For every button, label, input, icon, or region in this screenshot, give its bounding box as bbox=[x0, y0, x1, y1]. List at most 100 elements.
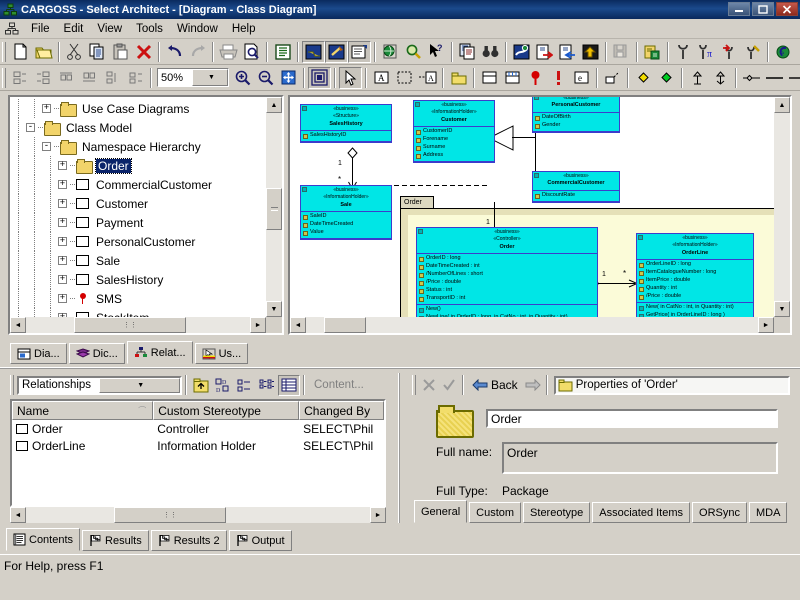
close-button[interactable] bbox=[776, 2, 798, 16]
properties-path-box[interactable]: Properties of 'Order' bbox=[553, 375, 790, 395]
horizontal-splitter[interactable] bbox=[0, 367, 800, 371]
uml-class-commercialcustomer[interactable]: «business» CommercialCustomer DiscountRa… bbox=[532, 171, 620, 204]
selection-rect-icon[interactable] bbox=[393, 67, 416, 89]
generate-code-icon[interactable] bbox=[641, 41, 664, 63]
pin-red-icon[interactable] bbox=[524, 67, 547, 89]
tree-item-commercialcustomer[interactable]: + CommercialCustomer bbox=[10, 175, 266, 194]
class-table-icon[interactable] bbox=[501, 67, 524, 89]
tree-expander-minus-icon[interactable]: - bbox=[26, 123, 35, 132]
column-header-name[interactable]: Name ⌒ bbox=[12, 401, 154, 420]
entity-e-icon[interactable]: e bbox=[570, 67, 593, 89]
tree-horizontal-scrollbar[interactable]: ◄ ⋮⋮ ► bbox=[10, 317, 266, 333]
align-bottom-icon[interactable] bbox=[78, 67, 101, 89]
generalize-up-icon[interactable] bbox=[686, 67, 709, 89]
tree-expander-plus-icon[interactable]: + bbox=[58, 294, 67, 303]
tree-item-customer[interactable]: + Customer bbox=[10, 194, 266, 213]
dictionary-window-icon[interactable] bbox=[325, 40, 348, 63]
scroll-left-button[interactable]: ◄ bbox=[10, 317, 26, 333]
class-diagram-canvas[interactable]: Order 1 * 1 1 * «business» «Structure» S… bbox=[290, 97, 774, 317]
paste-icon[interactable] bbox=[109, 41, 132, 63]
import-icon[interactable] bbox=[533, 41, 556, 63]
tree-expander-plus-icon[interactable]: + bbox=[58, 180, 67, 189]
tab-output[interactable]: Output bbox=[228, 530, 292, 551]
chevron-down-icon[interactable]: ▼ bbox=[98, 377, 180, 393]
scroll-right-button[interactable]: ► bbox=[370, 507, 386, 523]
print-preview-icon[interactable] bbox=[240, 41, 263, 63]
binoculars-icon[interactable] bbox=[479, 41, 502, 63]
open-folder-icon[interactable] bbox=[32, 41, 55, 63]
scroll-track[interactable] bbox=[774, 113, 790, 301]
diagram-vertical-scrollbar[interactable]: ▲ ▼ bbox=[774, 97, 790, 317]
scroll-up-button[interactable]: ▲ bbox=[266, 97, 282, 113]
note-link-icon[interactable]: A bbox=[416, 67, 439, 89]
tree-expander-plus-icon[interactable]: + bbox=[58, 218, 67, 227]
tree-item-use-case-diagrams[interactable]: + Use Case Diagrams bbox=[10, 99, 266, 118]
menu-item-help[interactable]: Help bbox=[225, 21, 263, 37]
redo-arrow-icon[interactable] bbox=[186, 41, 209, 63]
uml-class-orderline[interactable]: «business» «InformationHolder» OrderLine… bbox=[636, 233, 754, 317]
report-icon[interactable] bbox=[271, 41, 294, 63]
tree-item-payment[interactable]: + Payment bbox=[10, 213, 266, 232]
export-icon[interactable] bbox=[556, 41, 579, 63]
select-pointer-icon[interactable] bbox=[339, 66, 362, 89]
align-left-icon[interactable] bbox=[9, 67, 32, 89]
scroll-track[interactable]: ⋮⋮ bbox=[26, 507, 370, 523]
scroll-thumb[interactable] bbox=[324, 317, 366, 333]
refresh-gear-icon[interactable]: e bbox=[772, 41, 795, 63]
up-one-level-icon[interactable] bbox=[190, 375, 212, 396]
exclamation-icon[interactable] bbox=[547, 67, 570, 89]
cut-scissors-icon[interactable] bbox=[63, 41, 86, 63]
toolbar-grip[interactable] bbox=[2, 41, 6, 62]
scroll-track[interactable]: ⋮⋮ bbox=[26, 317, 250, 333]
tree-expander-plus-icon[interactable]: + bbox=[58, 161, 67, 170]
scroll-thumb[interactable]: ⋮⋮ bbox=[74, 317, 186, 333]
list-icon[interactable] bbox=[256, 375, 278, 396]
zoom-in-icon[interactable] bbox=[231, 67, 254, 89]
tree-item-personalcustomer[interactable]: + PersonalCustomer bbox=[10, 232, 266, 251]
tab-contents[interactable]: Contents bbox=[6, 528, 81, 551]
connector-sale-package[interactable] bbox=[378, 185, 488, 186]
scroll-left-button[interactable]: ◄ bbox=[10, 507, 26, 523]
scroll-down-button[interactable]: ▼ bbox=[774, 301, 790, 317]
view-filter-combobox[interactable]: Relationships ▼ bbox=[17, 375, 182, 395]
association-diamond-icon[interactable] bbox=[740, 67, 763, 89]
zoom-combobox[interactable]: 50% ▼ bbox=[157, 68, 229, 87]
tree-item-stockitem[interactable]: +StockItem bbox=[10, 308, 266, 317]
tree-item-saleshistory[interactable]: + SalesHistory bbox=[10, 270, 266, 289]
line-icon[interactable] bbox=[763, 67, 786, 89]
name-field[interactable]: Order bbox=[486, 409, 778, 428]
delete-x-icon[interactable] bbox=[132, 41, 155, 63]
uml-class-sale[interactable]: «business» «InformationHolder» Sale Sale… bbox=[300, 185, 392, 241]
scroll-thumb[interactable] bbox=[266, 188, 282, 230]
check-pen-icon[interactable] bbox=[741, 41, 764, 63]
diagram-window-icon[interactable] bbox=[302, 40, 325, 63]
help-pointer-icon[interactable]: ? bbox=[425, 41, 448, 63]
multi-document-icon[interactable] bbox=[456, 41, 479, 63]
back-button[interactable]: Back bbox=[467, 376, 523, 395]
tab-results[interactable]: Results bbox=[82, 530, 149, 551]
menu-item-view[interactable]: View bbox=[90, 21, 129, 37]
forward-arrow-icon[interactable] bbox=[523, 376, 543, 395]
tree-expander-plus-icon[interactable]: + bbox=[58, 199, 67, 208]
zoom-out-icon[interactable] bbox=[254, 67, 277, 89]
scroll-right-button[interactable]: ► bbox=[250, 317, 266, 333]
check-model-icon[interactable] bbox=[672, 41, 695, 63]
generalize-hollow-icon[interactable] bbox=[709, 67, 732, 89]
tab-general[interactable]: General bbox=[414, 500, 468, 523]
scroll-thumb[interactable]: ⋮⋮ bbox=[114, 507, 226, 523]
full-name-field[interactable]: Order bbox=[502, 442, 778, 474]
check-pi-icon[interactable]: π bbox=[695, 41, 718, 63]
apply-check-icon[interactable] bbox=[439, 376, 459, 395]
tree-expander-plus-icon[interactable]: + bbox=[58, 256, 67, 265]
grid-horizontal-scrollbar[interactable]: ◄ ⋮⋮ ► bbox=[10, 507, 386, 523]
tab-relat-[interactable]: Relat... bbox=[126, 341, 193, 364]
menu-item-edit[interactable]: Edit bbox=[57, 21, 91, 37]
tree-expander-plus-icon[interactable]: + bbox=[58, 237, 67, 246]
tree-item-sale[interactable]: + Sale bbox=[10, 251, 266, 270]
undo-arrow-icon[interactable] bbox=[163, 41, 186, 63]
auto-layout-icon[interactable] bbox=[308, 66, 331, 89]
green-diamond-icon[interactable] bbox=[655, 67, 678, 89]
subtype-icon[interactable] bbox=[601, 67, 624, 89]
column-header-changed-by[interactable]: Changed By bbox=[299, 401, 384, 420]
connector-gen-trunk[interactable] bbox=[512, 137, 535, 138]
